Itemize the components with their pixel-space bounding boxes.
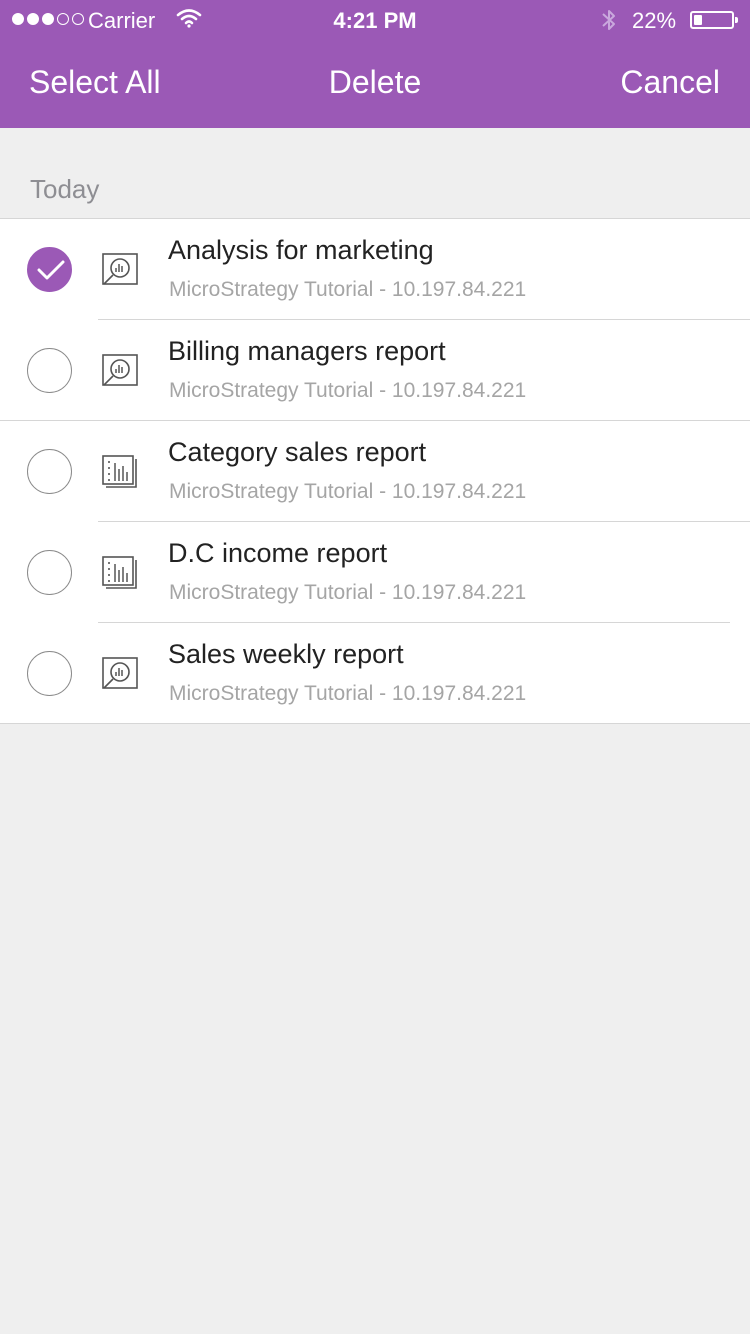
report-grid-icon [102,455,137,488]
report-grid-icon [102,556,137,589]
item-title: Analysis for marketing [168,235,434,265]
section-header-today: Today [30,174,100,204]
selection-checkbox[interactable] [27,348,72,393]
list-item[interactable]: Sales weekly report MicroStrategy Tutori… [0,623,750,724]
report-list: Analysis for marketing MicroStrategy Tut… [0,218,750,724]
selection-checkbox[interactable] [27,651,72,696]
item-subtitle: MicroStrategy Tutorial - 10.197.84.221 [169,379,527,402]
analysis-icon [102,657,138,689]
list-item[interactable]: Category sales report MicroStrategy Tuto… [0,421,750,522]
selection-checkbox[interactable] [27,550,72,595]
item-subtitle: MicroStrategy Tutorial - 10.197.84.221 [169,682,527,705]
analysis-icon [102,354,138,386]
item-title: Sales weekly report [168,639,404,669]
list-item[interactable]: Billing managers report MicroStrategy Tu… [0,320,750,421]
checkmark-icon [37,260,65,280]
selection-checkbox[interactable] [27,247,72,292]
bluetooth-icon [600,7,618,39]
battery-icon [690,11,738,29]
status-bar: Carrier 4:21 PM 22% [0,0,750,40]
item-title: Billing managers report [168,336,446,366]
cancel-button[interactable]: Cancel [620,64,720,101]
battery-percentage: 22% [632,8,677,33]
analysis-icon [102,253,138,285]
item-subtitle: MicroStrategy Tutorial - 10.197.84.221 [169,480,527,503]
list-item[interactable]: D.C income report MicroStrategy Tutorial… [0,522,750,623]
selection-checkbox[interactable] [27,449,72,494]
item-subtitle: MicroStrategy Tutorial - 10.197.84.221 [169,581,527,604]
item-title: D.C income report [168,538,388,568]
item-title: Category sales report [168,437,427,467]
item-subtitle: MicroStrategy Tutorial - 10.197.84.221 [169,278,527,301]
list-item[interactable]: Analysis for marketing MicroStrategy Tut… [0,219,750,320]
top-bar: Carrier 4:21 PM 22% Select All Delete Ca… [0,0,750,128]
